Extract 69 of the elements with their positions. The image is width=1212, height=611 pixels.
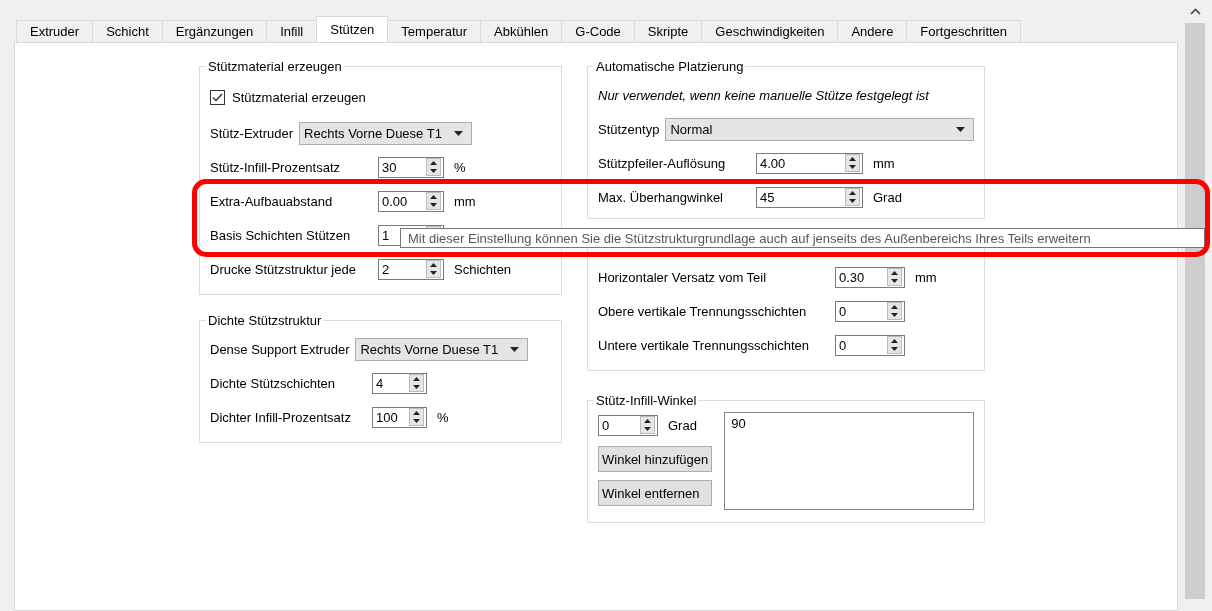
group-title: Stützmaterial erzeugen: [207, 59, 343, 74]
dropdown[interactable]: Rechts Vorne Duese T1: [355, 337, 529, 361]
checkbox[interactable]: [210, 89, 225, 105]
field-label: Extra-Aufbauabstand: [210, 193, 334, 209]
spin-field[interactable]: 0: [835, 300, 905, 322]
spin-arrows-icon: [409, 408, 424, 426]
field-label: Stützpfeiler-Auflösung: [598, 155, 727, 171]
caret-icon: [956, 126, 965, 132]
spin-arrows-icon: [887, 268, 902, 286]
tab[interactable]: Skripte: [633, 20, 703, 42]
unit-label: Schichten: [454, 261, 512, 277]
spin-field[interactable]: 4: [372, 372, 427, 394]
scroll-up-icon[interactable]: [1189, 8, 1201, 15]
dropdown[interactable]: Normal: [665, 117, 974, 141]
unit-label: Grad: [873, 189, 902, 205]
field-label: Basis Schichten Stützen: [210, 227, 352, 243]
spin-arrows-icon: [845, 154, 860, 172]
field-label: Max. Überhangwinkel: [598, 189, 724, 205]
caret-icon: [510, 346, 520, 352]
spin-arrows-icon: [426, 192, 441, 210]
tab[interactable]: Stützen: [316, 16, 389, 42]
checkbox-label[interactable]: Stützmaterial erzeugen: [232, 89, 366, 105]
spin-field[interactable]: 45: [756, 186, 863, 208]
spin-field[interactable]: 0.30: [835, 266, 905, 288]
spin-arrows-icon: [887, 336, 902, 354]
spin-field[interactable]: 30: [378, 156, 444, 178]
group-title: Automatische Platzierung: [595, 59, 745, 74]
field-label: Stütz-Infill-Prozentsatz: [210, 159, 342, 175]
unit-label: Grad: [668, 417, 697, 433]
unit-label: mm: [873, 155, 895, 171]
field-label: Stützentyp: [598, 121, 660, 137]
tab[interactable]: Geschwindigkeiten: [701, 20, 839, 42]
angle-list[interactable]: 90: [724, 412, 974, 510]
note-text: Nur verwendet, wenn keine manuelle Stütze festgelegt ist: [598, 87, 929, 103]
field-label: Drucke Stützstruktur jede: [210, 261, 357, 277]
field-label: Obere vertikale Trennungsschichten: [598, 303, 808, 319]
spin-arrows-icon: [426, 158, 441, 176]
field-label: Dichte Stützschichten: [210, 375, 336, 391]
spin-arrows-icon: [426, 260, 441, 278]
spin-field[interactable]: 0: [598, 414, 658, 436]
push-button[interactable]: Winkel entfernen: [598, 480, 713, 506]
tab[interactable]: Ergänzungen: [161, 20, 268, 42]
spin-field[interactable]: 4.00: [756, 152, 863, 174]
field-label: Horizontaler Versatz vom Teil: [598, 269, 768, 285]
field-label: Dichter Infill-Prozentsatz: [210, 409, 352, 425]
tab[interactable]: Extruder: [16, 20, 94, 42]
caret-icon: [453, 130, 463, 136]
spin-field[interactable]: 0.00: [378, 190, 444, 212]
push-button[interactable]: Winkel hinzufügen: [598, 446, 713, 472]
spin-field[interactable]: 0: [835, 334, 905, 356]
spin-field[interactable]: 100: [372, 406, 427, 428]
group-title: Dichte Stützstruktur: [207, 313, 323, 328]
tab[interactable]: Fortgeschritten: [906, 20, 1022, 42]
dropdown[interactable]: Rechts Vorne Duese T1: [299, 121, 472, 145]
spin-arrows-icon: [640, 416, 655, 434]
field-label: Dense Support Extruder: [210, 341, 350, 357]
field-label: Stütz-Extruder: [210, 125, 294, 141]
spin-arrows-icon: [409, 374, 424, 392]
unit-label: mm: [454, 193, 476, 209]
unit-label: mm: [915, 269, 937, 285]
unit-label: %: [437, 409, 449, 425]
group-title: Stütz-Infill-Winkel: [595, 393, 698, 408]
spin-field[interactable]: 2: [378, 258, 444, 280]
field-label: Untere vertikale Trennungsschichten: [598, 337, 810, 353]
spin-arrows-icon: [887, 302, 902, 320]
spin-arrows-icon: [845, 188, 860, 206]
list-item[interactable]: 90: [731, 416, 967, 431]
unit-label: %: [454, 159, 466, 175]
tab[interactable]: Temperatur: [387, 20, 482, 42]
